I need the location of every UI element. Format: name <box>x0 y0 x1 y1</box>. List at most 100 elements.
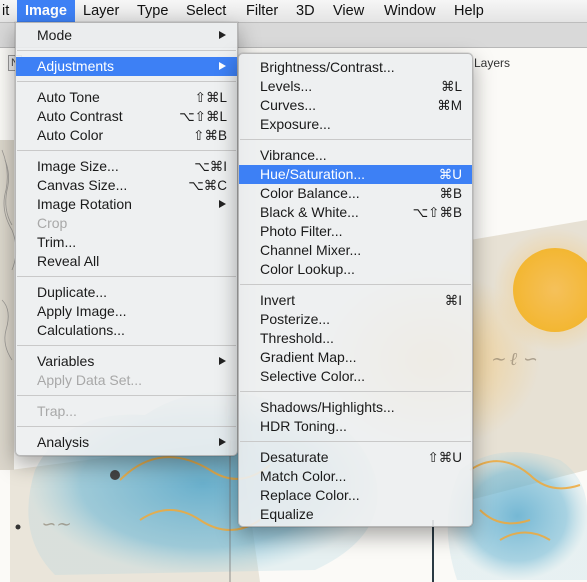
menu-item-hue-saturation[interactable]: Hue/Saturation... ⌘U <box>239 165 472 184</box>
menu-edit-partial[interactable]: it <box>0 0 17 22</box>
menu-item-vibrance[interactable]: Vibrance... <box>239 146 472 165</box>
menu-3d[interactable]: 3D <box>288 0 323 22</box>
menu-item-posterize[interactable]: Posterize... <box>239 310 472 329</box>
menu-type[interactable]: Type <box>129 0 176 22</box>
menu-item-trap: Trap... <box>16 402 237 421</box>
menu-item-label: Match Color... <box>260 468 347 484</box>
menu-separator <box>240 441 471 442</box>
menu-select[interactable]: Select <box>178 0 234 22</box>
shortcut-text: ⌘I <box>444 293 462 308</box>
submenu-arrow-icon <box>219 200 226 208</box>
image-menu: Mode Adjustments Auto Tone ⇧⌘L Auto Contrast… <box>15 22 238 456</box>
menu-item-label: Levels... <box>260 78 313 94</box>
menu-item-duplicate[interactable]: Duplicate... <box>16 283 237 302</box>
menu-item-label: Channel Mixer... <box>260 242 362 258</box>
menu-item-trim[interactable]: Trim... <box>16 233 237 252</box>
menu-item-analysis[interactable]: Analysis <box>16 433 237 452</box>
menu-item-label: Curves... <box>260 97 317 113</box>
menu-separator <box>17 426 236 427</box>
menu-item-label: Auto Contrast <box>37 108 123 124</box>
menu-item-label: Auto Tone <box>37 89 100 105</box>
menu-separator <box>240 284 471 285</box>
menu-item-auto-contrast[interactable]: Auto Contrast ⌥⇧⌘L <box>16 107 237 126</box>
menu-item-label: Posterize... <box>260 311 331 327</box>
menu-filter[interactable]: Filter <box>238 0 286 22</box>
menu-item-match-color[interactable]: Match Color... <box>239 467 472 486</box>
menu-item-photo-filter[interactable]: Photo Filter... <box>239 222 472 241</box>
menu-bar: it Image Layer Type Select Filter 3D Vie… <box>0 0 587 23</box>
menu-item-label: Mode <box>37 27 73 43</box>
menu-item-label: Image Size... <box>37 158 119 174</box>
menu-item-image-size[interactable]: Image Size... ⌥⌘I <box>16 157 237 176</box>
menu-item-label: Crop <box>37 215 68 231</box>
menu-separator <box>17 345 236 346</box>
menu-item-brightness-contrast[interactable]: Brightness/Contrast... <box>239 58 472 77</box>
shortcut-text: ⌘M <box>437 98 462 113</box>
menu-item-selective-color[interactable]: Selective Color... <box>239 367 472 386</box>
adjustments-submenu: Brightness/Contrast... Levels... ⌘L Curves.… <box>238 53 473 527</box>
menu-item-gradient-map[interactable]: Gradient Map... <box>239 348 472 367</box>
menu-item-equalize[interactable]: Equalize <box>239 505 472 524</box>
menu-item-adjustments[interactable]: Adjustments <box>16 57 237 76</box>
menu-separator <box>17 81 236 82</box>
menu-item-label: Reveal All <box>37 253 100 269</box>
menu-item-replace-color[interactable]: Replace Color... <box>239 486 472 505</box>
shortcut-text: ⌘B <box>439 186 462 201</box>
submenu-arrow-icon <box>219 62 226 70</box>
menu-item-label: Brightness/Contrast... <box>260 59 395 75</box>
menu-item-variables[interactable]: Variables <box>16 352 237 371</box>
menu-item-channel-mixer[interactable]: Channel Mixer... <box>239 241 472 260</box>
menu-item-black-white[interactable]: Black & White... ⌥⇧⌘B <box>239 203 472 222</box>
menu-item-label: Equalize <box>260 506 314 522</box>
menu-separator <box>240 139 471 140</box>
menu-item-levels[interactable]: Levels... ⌘L <box>239 77 472 96</box>
menu-help[interactable]: Help <box>446 0 492 22</box>
menu-item-color-balance[interactable]: Color Balance... ⌘B <box>239 184 472 203</box>
layers-text: Layers <box>474 56 511 70</box>
menu-window[interactable]: Window <box>376 0 444 22</box>
menu-item-label: Trap... <box>37 403 77 419</box>
menu-item-label: Photo Filter... <box>260 223 343 239</box>
menu-item-color-lookup[interactable]: Color Lookup... <box>239 260 472 279</box>
shortcut-text: ⌘U <box>438 167 462 182</box>
menu-item-label: Canvas Size... <box>37 177 128 193</box>
menu-item-label: Desaturate <box>260 449 329 465</box>
menu-separator <box>17 150 236 151</box>
menu-item-shadows-highlights[interactable]: Shadows/Highlights... <box>239 398 472 417</box>
menu-item-mode[interactable]: Mode <box>16 26 237 45</box>
menu-separator <box>240 391 471 392</box>
menu-item-threshold[interactable]: Threshold... <box>239 329 472 348</box>
menu-item-desaturate[interactable]: Desaturate ⇧⌘U <box>239 448 472 467</box>
menu-item-invert[interactable]: Invert ⌘I <box>239 291 472 310</box>
menu-item-label: Color Balance... <box>260 185 360 201</box>
menu-item-label: Shadows/Highlights... <box>260 399 395 415</box>
menu-item-label: Invert <box>260 292 296 308</box>
menu-item-auto-tone[interactable]: Auto Tone ⇧⌘L <box>16 88 237 107</box>
menu-layer[interactable]: Layer <box>75 0 127 22</box>
menu-item-label: Calculations... <box>37 322 125 338</box>
menu-item-hdr-toning[interactable]: HDR Toning... <box>239 417 472 436</box>
menu-item-auto-color[interactable]: Auto Color ⇧⌘B <box>16 126 237 145</box>
menu-item-label: Color Lookup... <box>260 261 355 277</box>
menu-separator <box>17 395 236 396</box>
menu-item-label: Replace Color... <box>260 487 360 503</box>
menu-item-apply-image[interactable]: Apply Image... <box>16 302 237 321</box>
shortcut-text: ⇧⌘U <box>427 450 462 465</box>
menu-item-label: Apply Data Set... <box>37 372 143 388</box>
menu-item-image-rotation[interactable]: Image Rotation <box>16 195 237 214</box>
menu-item-label: Adjustments <box>37 58 115 74</box>
menu-item-reveal-all[interactable]: Reveal All <box>16 252 237 271</box>
submenu-arrow-icon <box>219 357 226 365</box>
menu-item-calculations[interactable]: Calculations... <box>16 321 237 340</box>
menu-image[interactable]: Image <box>17 0 75 22</box>
menu-item-exposure[interactable]: Exposure... <box>239 115 472 134</box>
menu-item-label: Exposure... <box>260 116 331 132</box>
menu-item-label: Apply Image... <box>37 303 127 319</box>
menu-item-canvas-size[interactable]: Canvas Size... ⌥⌘C <box>16 176 237 195</box>
menu-item-label: Vibrance... <box>260 147 327 163</box>
submenu-arrow-icon <box>219 31 226 39</box>
menu-item-label: Auto Color <box>37 127 104 143</box>
menu-view[interactable]: View <box>325 0 372 22</box>
menu-item-curves[interactable]: Curves... ⌘M <box>239 96 472 115</box>
menu-item-label: Trim... <box>37 234 77 250</box>
